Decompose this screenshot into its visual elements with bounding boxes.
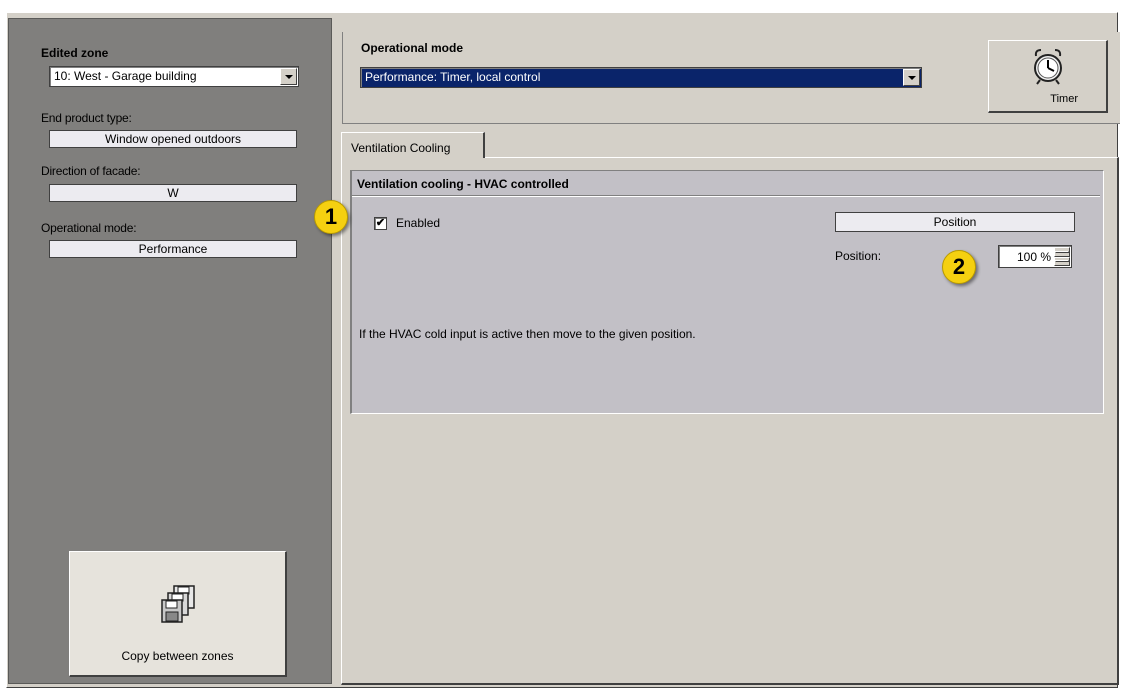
- callout-badge-1: 1: [314, 200, 348, 234]
- enabled-label: Enabled: [396, 216, 441, 230]
- direction-value: W: [49, 184, 297, 202]
- stepper-up-icon[interactable]: [1054, 247, 1070, 257]
- alarm-clock-icon: [1034, 49, 1062, 85]
- edited-zone-heading: Edited zone: [41, 46, 109, 60]
- enabled-checkbox[interactable]: ✔: [374, 217, 387, 230]
- ventilation-cooling-group: [350, 170, 1104, 414]
- chevron-down-icon[interactable]: [903, 69, 920, 86]
- operational-mode-value: Performance: [49, 240, 297, 258]
- stepper-down-icon[interactable]: [1054, 256, 1070, 266]
- operational-mode-heading: Operational mode: [361, 41, 464, 55]
- edited-zone-select[interactable]: 10: West - Garage building: [49, 66, 299, 87]
- operational-mode-select-value: Performance: Timer, local control: [365, 70, 541, 84]
- position-value: 100 %: [1017, 250, 1052, 264]
- group-divider: [352, 195, 1100, 197]
- position-label: Position:: [835, 249, 882, 263]
- callout-badge-2: 2: [942, 250, 976, 284]
- tab-ventilation-cooling[interactable]: Ventilation Cooling: [341, 132, 485, 158]
- timer-button-label: Timer: [1050, 93, 1078, 105]
- description-text: If the HVAC cold input is active then mo…: [359, 327, 696, 341]
- operational-mode-label: Operational mode:: [41, 221, 137, 235]
- edited-zone-select-value: 10: West - Garage building: [54, 69, 197, 83]
- operational-mode-select[interactable]: Performance: Timer, local control: [360, 67, 922, 88]
- chevron-down-icon[interactable]: [280, 68, 297, 85]
- copy-between-zones-button[interactable]: Copy between zones: [69, 551, 287, 677]
- timer-button[interactable]: Timer: [988, 40, 1108, 113]
- position-stepper[interactable]: 100 %: [998, 245, 1072, 268]
- floppy-disks-icon: [161, 585, 195, 623]
- end-product-type-label: End product type:: [41, 111, 132, 125]
- end-product-type-value: Window opened outdoors: [49, 130, 297, 148]
- copy-button-label: Copy between zones: [121, 649, 234, 663]
- group-title: Ventilation cooling - HVAC controlled: [357, 177, 569, 191]
- direction-label: Direction of facade:: [41, 164, 141, 178]
- position-header: Position: [835, 212, 1075, 232]
